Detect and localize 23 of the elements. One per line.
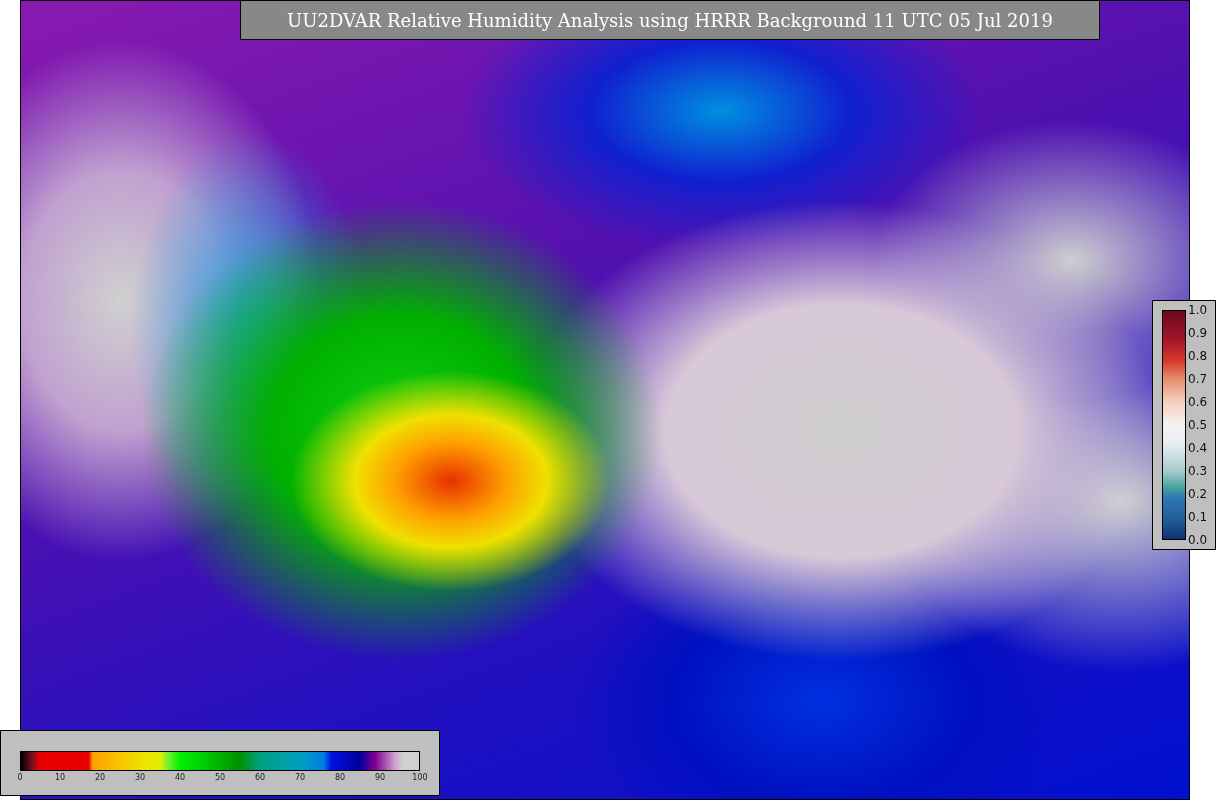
- colorbar-tick-label: 80: [334, 773, 346, 782]
- colorbar-tick-label: 50: [214, 773, 226, 782]
- colorbar-tick-label: 0.7: [1188, 372, 1208, 386]
- colorbar-tick-label: 0.1: [1188, 510, 1208, 524]
- map-title: UU2DVAR Relative Humidity Analysis using HRRR Background 11 UTC 05 Jul 2019: [240, 0, 1100, 40]
- colorbar-tick-label: 0.9: [1188, 326, 1208, 340]
- colorbar-tick-label: 0.8: [1188, 349, 1208, 363]
- colorbar-tick-label: 100: [412, 773, 428, 782]
- colorbar-tick-label: 60: [254, 773, 266, 782]
- colorbar-tick-label: 70: [294, 773, 306, 782]
- colorbar-tick-label: 0.0: [1188, 533, 1208, 547]
- colorbar-tick-label: 0.3: [1188, 464, 1208, 478]
- colorbar-tick-label: 0.5: [1188, 418, 1208, 432]
- colorbar-tick-label: 90: [374, 773, 386, 782]
- colorbar-tick-label: 20: [94, 773, 106, 782]
- colorbar-tick-label: 0.6: [1188, 395, 1208, 409]
- colorbar-tick-label: 0: [17, 773, 23, 782]
- colorbar-tick-label: 0.4: [1188, 441, 1208, 455]
- colorbar-tick-label: 0.2: [1188, 487, 1208, 501]
- colorbar-tick-label: 1.0: [1188, 303, 1208, 317]
- colorbar-tick-label: 30: [134, 773, 146, 782]
- colorbar-tick-label: 10: [54, 773, 66, 782]
- colorbar-tick-label: 40: [174, 773, 186, 782]
